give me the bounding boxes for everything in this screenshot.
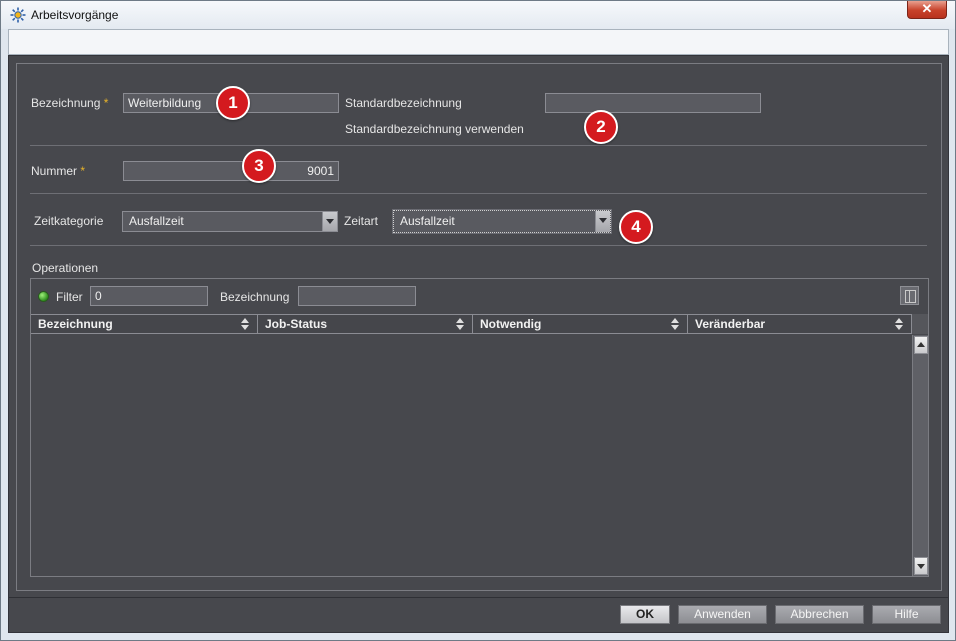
bezeichnung-label: Bezeichnung * [31, 96, 108, 110]
zeitart-select[interactable]: Ausfallzeit [392, 209, 612, 234]
chevron-down-icon[interactable] [595, 211, 610, 232]
dialog-window: Arbeitsvorgänge ✕ Bezeichnung * Weiterbi… [0, 0, 956, 641]
separator [30, 245, 927, 246]
sort-icon[interactable] [241, 318, 250, 331]
callout-badge-1: 1 [216, 86, 250, 120]
operationen-panel: Filter 0 Bezeichnung Bezeichnung Job-Sta… [30, 278, 929, 577]
callout-badge-3: 3 [242, 149, 276, 183]
required-marker: * [80, 164, 86, 178]
close-icon: ✕ [921, 1, 933, 16]
filter-label: Filter [56, 290, 83, 304]
title-bar[interactable]: Arbeitsvorgänge ✕ [1, 1, 955, 29]
nummer-input[interactable]: 9001 [123, 161, 339, 181]
column-chooser-icon[interactable] [900, 286, 919, 305]
callout-badge-2: 2 [584, 110, 618, 144]
sort-icon[interactable] [671, 318, 680, 331]
apply-button[interactable]: Anwenden [678, 605, 767, 624]
separator [30, 193, 927, 194]
column-header-job-status[interactable]: Job-Status [258, 315, 473, 334]
scroll-down-icon[interactable] [914, 557, 928, 575]
zeitkategorie-label: Zeitkategorie [34, 214, 104, 228]
column-header-label: Bezeichnung [38, 317, 113, 331]
ok-button[interactable]: OK [620, 605, 670, 624]
bezeichnung-filter-input[interactable] [298, 286, 416, 306]
zeitkategorie-value: Ausfallzeit [129, 214, 184, 228]
cancel-button[interactable]: Abbrechen [775, 605, 864, 624]
column-header-label: Notwendig [480, 317, 542, 331]
close-button[interactable]: ✕ [907, 1, 947, 19]
standardbezeichnung-input[interactable] [545, 93, 761, 113]
window-title: Arbeitsvorgänge [31, 8, 119, 22]
chevron-down-icon[interactable] [322, 212, 337, 231]
gear-app-icon [10, 7, 26, 23]
zeitkategorie-select[interactable]: Ausfallzeit [122, 211, 338, 232]
dialog-body: Bezeichnung * Weiterbildung Standardbeze… [8, 55, 949, 633]
help-button[interactable]: Hilfe [872, 605, 941, 624]
scroll-up-icon[interactable] [914, 336, 928, 354]
zeitart-label: Zeitart [344, 214, 379, 228]
column-header-label: Job-Status [265, 317, 328, 331]
footer-separator [9, 597, 948, 598]
filter-input[interactable]: 0 [90, 286, 208, 306]
separator [30, 145, 927, 146]
column-header-label: Veränderbar [695, 317, 766, 331]
standardbezeichnung-verwenden-label[interactable]: Standardbezeichnung verwenden [345, 122, 524, 136]
sort-icon[interactable] [456, 318, 465, 331]
standardbezeichnung-label: Standardbezeichnung [345, 96, 462, 110]
sort-icon[interactable] [895, 318, 904, 331]
callout-badge-4: 4 [619, 210, 653, 244]
column-header-veraenderbar[interactable]: Veränderbar [688, 315, 912, 334]
table-corner [912, 314, 928, 334]
zeitart-value: Ausfallzeit [400, 214, 455, 228]
filter-status-icon [38, 291, 49, 302]
bezeichnung-label-text: Bezeichnung [31, 96, 101, 110]
required-marker: * [103, 96, 109, 110]
nummer-label-text: Nummer [31, 164, 78, 178]
operationen-section-label: Operationen [32, 261, 99, 275]
table-vertical-scrollbar[interactable] [912, 335, 928, 576]
operations-table-header: Bezeichnung Job-Status Notwendig Verände… [31, 314, 928, 334]
nummer-label: Nummer * [31, 164, 85, 178]
toolbar-strip [8, 29, 949, 55]
column-header-notwendig[interactable]: Notwendig [473, 315, 688, 334]
column-header-bezeichnung[interactable]: Bezeichnung [31, 315, 258, 334]
bezeichnung-filter-label: Bezeichnung [220, 290, 290, 304]
